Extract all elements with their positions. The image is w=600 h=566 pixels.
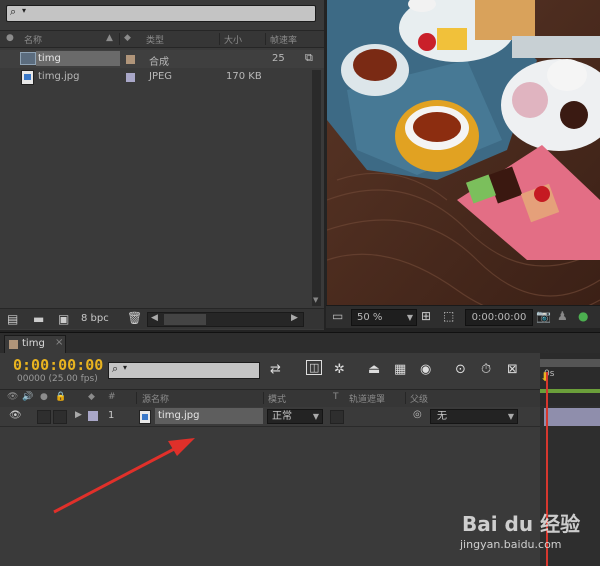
- baidu-watermark: Bai du 经验 jingyan.baidu.com: [440, 502, 590, 562]
- annotation-arrow: [53, 438, 195, 514]
- watermark-url: jingyan.baidu.com: [460, 538, 562, 551]
- watermark-brand: Bai du 经验: [462, 512, 581, 536]
